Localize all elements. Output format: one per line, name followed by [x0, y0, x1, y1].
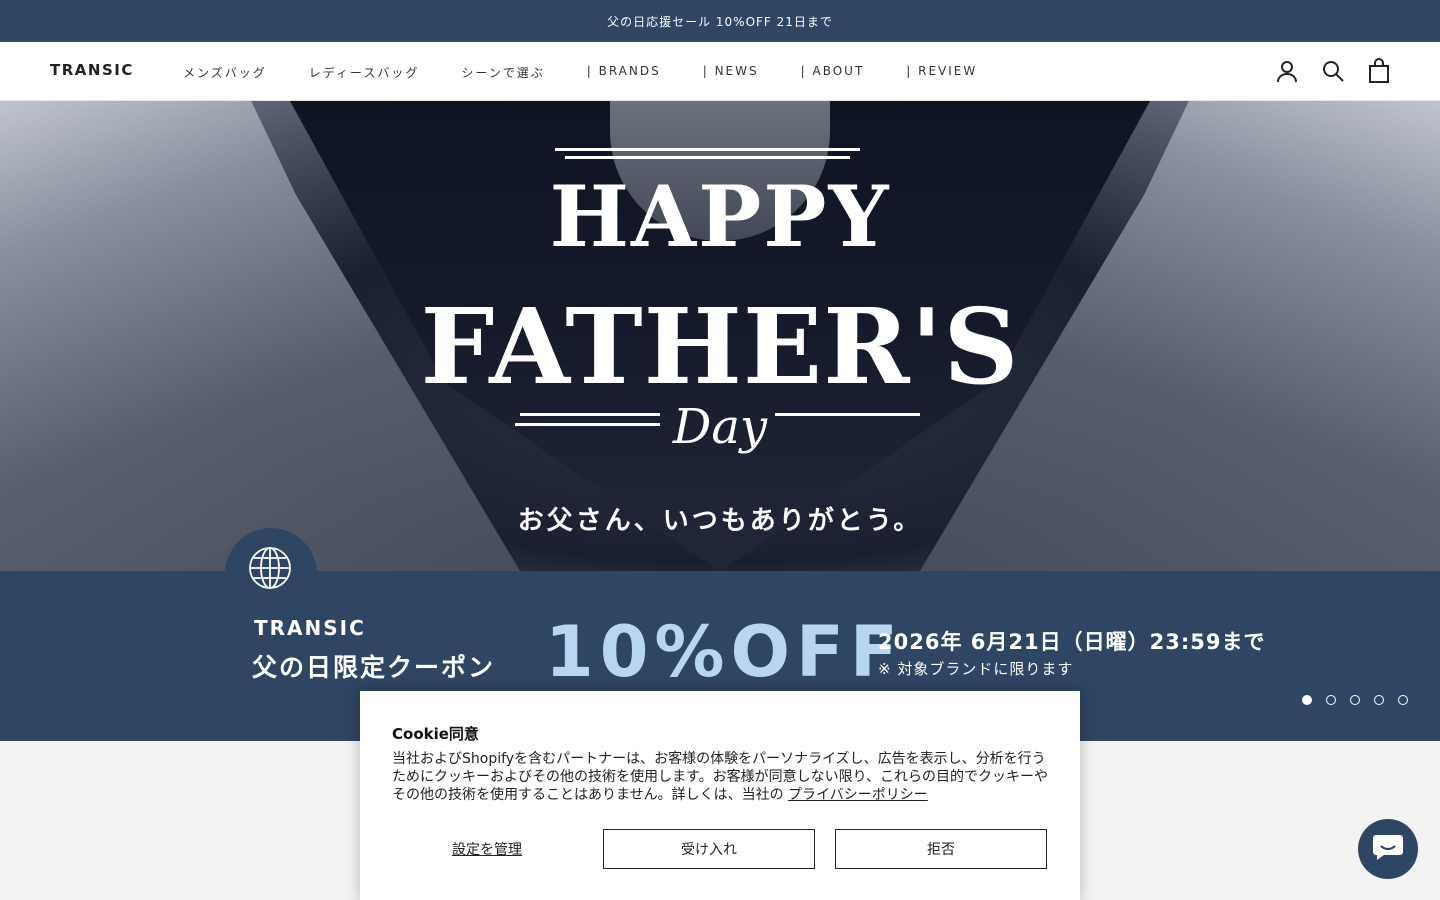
banner-coupon-label: 父の日限定クーポン [252, 653, 496, 682]
banner-discount: 10%OFF [545, 611, 904, 693]
slider-dot[interactable] [1350, 695, 1360, 705]
banner-end-date: 2026年 6月21日（日曜）23:59まで [878, 630, 1266, 654]
account-icon[interactable] [1274, 58, 1300, 84]
cart-icon[interactable] [1366, 58, 1392, 84]
hero-rule-top-2 [565, 156, 850, 159]
nav-item-scene[interactable]: シーンで選ぶ [461, 64, 544, 81]
accept-button[interactable]: 受け入れ [603, 829, 815, 869]
globe-icon [248, 546, 292, 590]
hero-rule-top [555, 148, 860, 151]
hero-subtitle: お父さん、いつもありがとう。 [517, 506, 923, 536]
hero-fathers-text: FATHER'S [420, 285, 1020, 408]
slider-dot[interactable] [1398, 695, 1408, 705]
header-icons [1274, 58, 1392, 84]
chat-icon [1372, 833, 1404, 865]
announcement-bar: 父の日応援セール 10%OFF 21日まで [0, 0, 1440, 42]
cookie-title: Cookie同意 [392, 725, 479, 743]
site-logo[interactable]: TRANSIC [50, 61, 134, 79]
chat-button[interactable] [1358, 819, 1418, 879]
manage-settings-button[interactable]: 設定を管理 [392, 829, 582, 869]
decline-button[interactable]: 拒否 [835, 829, 1047, 869]
nav-item-brands[interactable]: | BRANDS [587, 64, 661, 81]
nav-item-review[interactable]: | REVIEW [906, 64, 977, 81]
cookie-body-text: 当社およびShopifyを含むパートナーは、お客様の体験をパーソナライズし、広告… [392, 751, 1049, 803]
privacy-policy-link[interactable]: プライバシーポリシー [788, 787, 928, 803]
site-header: TRANSIC メンズバッグ レディースバッグ シーンで選ぶ | BRANDS … [0, 42, 1440, 101]
slider-dot[interactable] [1374, 695, 1384, 705]
banner-brand: TRANSIC [254, 616, 366, 640]
cookie-body: 当社およびShopifyを含むパートナーは、お客様の体験をパーソナライズし、広告… [392, 750, 1052, 804]
nav-item-ladies-bags[interactable]: レディースバッグ [309, 64, 420, 81]
announcement-text: 父の日応援セール 10%OFF 21日まで [607, 14, 833, 29]
cookie-consent-dialog: Cookie同意 当社およびShopifyを含むパートナーは、お客様の体験をパー… [360, 691, 1080, 900]
slider-dots [1302, 695, 1408, 705]
hero-happy-text: HAPPY [549, 167, 891, 266]
banner-note: ※ 対象ブランドに限ります [878, 660, 1074, 678]
slider-dot[interactable] [1326, 695, 1336, 705]
nav-item-news[interactable]: | NEWS [703, 64, 759, 81]
main-nav: メンズバッグ レディースバッグ シーンで選ぶ | BRANDS | NEWS |… [183, 64, 1019, 81]
hero-day-text: Day [672, 399, 768, 455]
slider-dot[interactable] [1302, 695, 1312, 705]
nav-item-mens-bags[interactable]: メンズバッグ [183, 64, 267, 81]
search-icon[interactable] [1320, 58, 1346, 84]
nav-item-about[interactable]: | ABOUT [801, 64, 865, 81]
